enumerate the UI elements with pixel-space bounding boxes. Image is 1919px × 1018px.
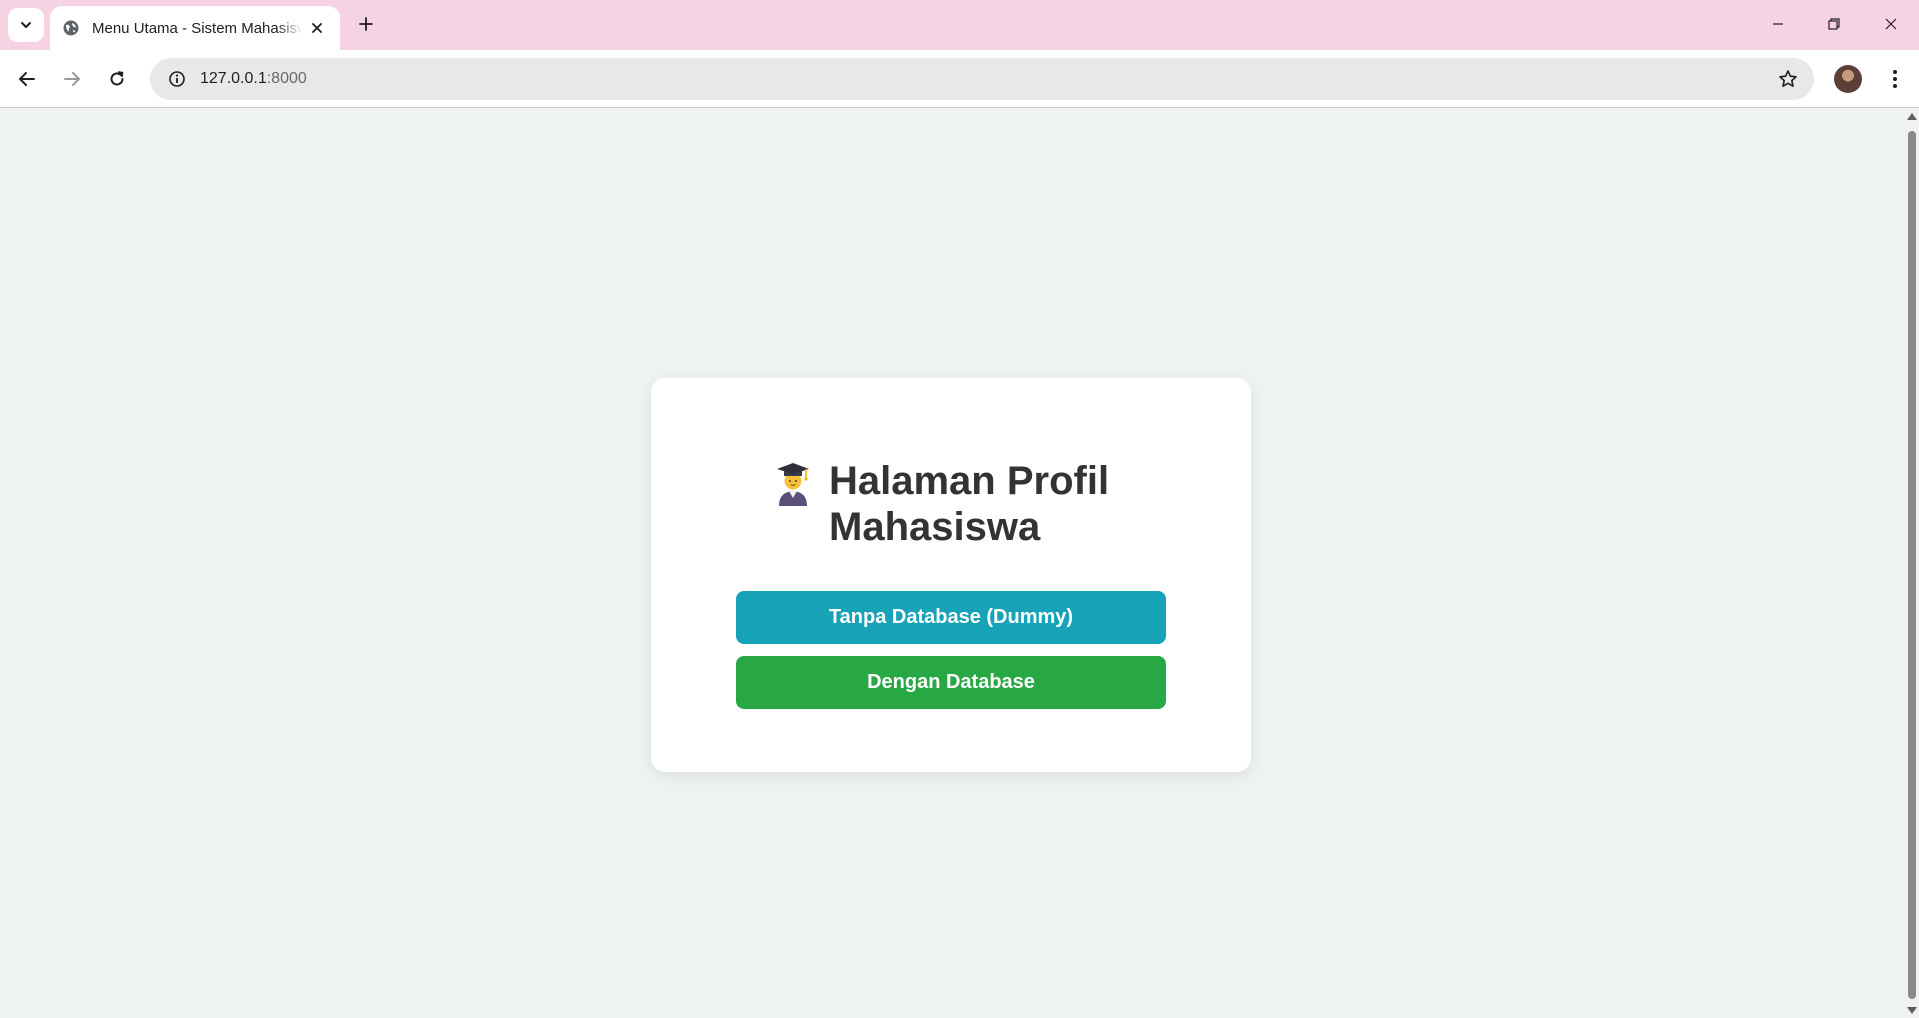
- browser-menu-button[interactable]: [1880, 63, 1910, 95]
- scroll-up-arrow-icon[interactable]: [1907, 113, 1917, 120]
- menu-card: Halaman Profil Mahasiswa Tanpa Database …: [651, 378, 1251, 772]
- address-bar[interactable]: 127.0.0.1:8000: [150, 58, 1814, 100]
- browser-toolbar: 127.0.0.1:8000: [0, 50, 1919, 108]
- page-viewport: Halaman Profil Mahasiswa Tanpa Database …: [0, 109, 1905, 1018]
- url-port: :8000: [266, 70, 307, 87]
- reload-icon: [110, 71, 124, 86]
- page-title: Halaman Profil Mahasiswa: [829, 459, 1110, 549]
- tab-close-icon[interactable]: [306, 17, 328, 39]
- url-text: 127.0.0.1:8000: [200, 70, 307, 88]
- profile-avatar[interactable]: [1834, 65, 1862, 93]
- dummy-data-button[interactable]: Tanpa Database (Dummy): [736, 591, 1166, 644]
- tab-title: Menu Utama - Sistem Mahasiswa: [92, 19, 302, 37]
- forward-button[interactable]: [54, 61, 90, 97]
- reload-button[interactable]: [99, 61, 135, 97]
- plus-icon: [359, 17, 373, 31]
- back-button[interactable]: [9, 61, 45, 97]
- globe-icon: [62, 19, 80, 37]
- scroll-down-arrow-icon[interactable]: [1907, 1007, 1917, 1014]
- restore-icon: [1828, 18, 1840, 30]
- vertical-scrollbar[interactable]: [1905, 109, 1919, 1018]
- new-tab-button[interactable]: [352, 10, 380, 38]
- database-button[interactable]: Dengan Database: [736, 656, 1166, 709]
- browser-title-bar: Menu Utama - Sistem Mahasiswa: [0, 0, 1919, 50]
- arrow-right-icon: [64, 72, 80, 86]
- url-host: 127.0.0.1: [200, 70, 267, 87]
- browser-tab-active[interactable]: Menu Utama - Sistem Mahasiswa: [50, 6, 340, 50]
- bookmark-star-icon[interactable]: [1776, 67, 1800, 91]
- site-info-icon[interactable]: [156, 58, 198, 100]
- minimize-button[interactable]: [1758, 8, 1798, 40]
- heading-wrapper: Halaman Profil Mahasiswa: [773, 458, 1129, 550]
- arrow-left-icon: [19, 72, 35, 86]
- more-vertical-icon: [1893, 70, 1897, 88]
- tab-search-button[interactable]: [8, 8, 44, 42]
- student-graduation-icon: [777, 463, 809, 506]
- minimize-icon: [1773, 23, 1783, 25]
- close-window-button[interactable]: [1871, 8, 1911, 40]
- heading-row: Halaman Profil Mahasiswa: [651, 458, 1251, 550]
- close-icon: [1885, 18, 1897, 30]
- restore-button[interactable]: [1814, 8, 1854, 40]
- chevron-down-icon: [21, 22, 31, 28]
- scrollbar-thumb[interactable]: [1908, 131, 1916, 999]
